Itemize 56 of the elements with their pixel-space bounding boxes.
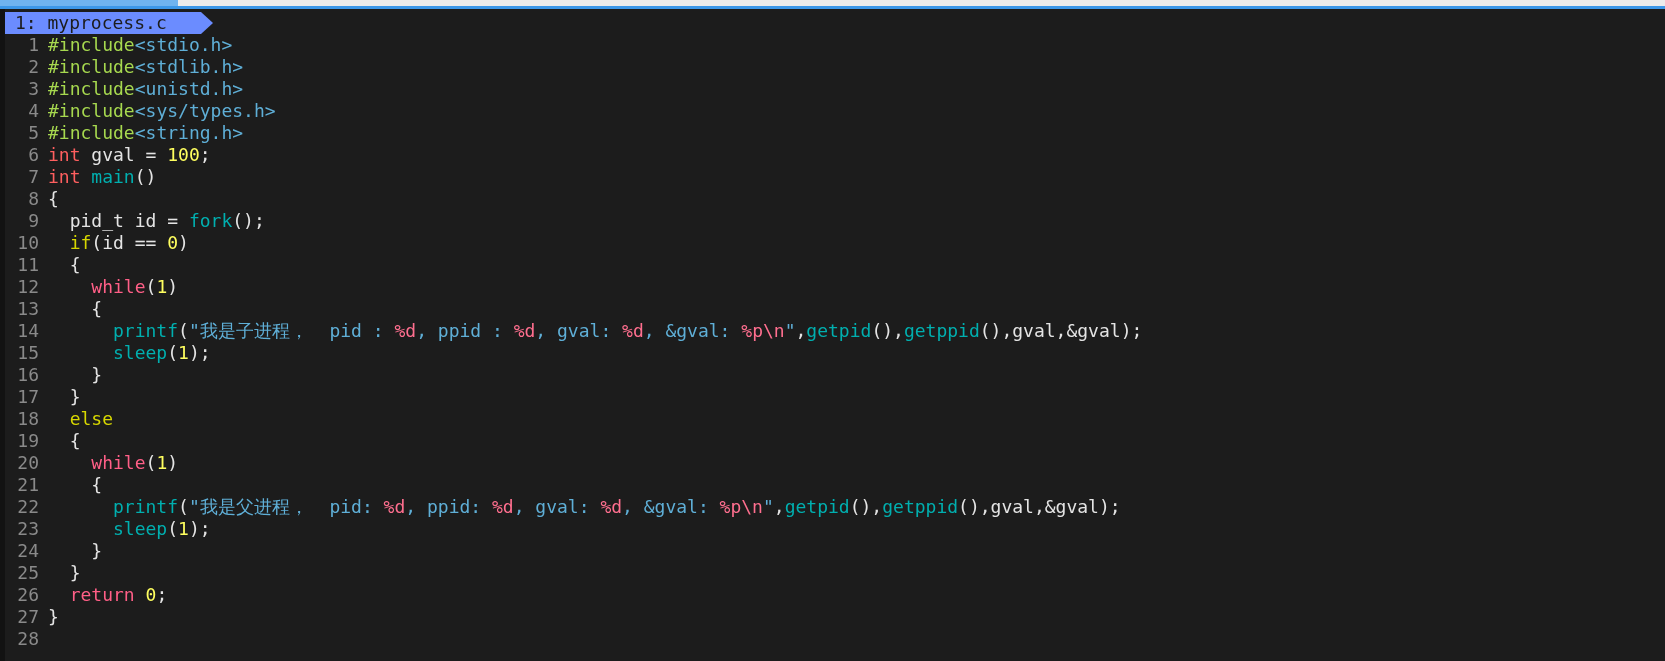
file-tab[interactable]: 1: myprocess.c <box>5 12 213 34</box>
code-line: return 0; <box>68 584 168 606</box>
line-number: 24 <box>16 540 40 562</box>
line-number: 17 <box>16 386 40 408</box>
code-line: printf("我是父进程， pid: %d, ppid: %d, gval: %d, &gval: %p\n",getpid(),getppid(),gval,&gval); <box>112 496 1121 518</box>
code-line: #include<unistd.h> <box>48 78 244 100</box>
line-number: 1 <box>27 34 40 56</box>
line-number: 7 <box>27 166 40 188</box>
code-line: { <box>48 188 59 210</box>
code-line: sleep(1); <box>112 518 211 540</box>
line-number: 8 <box>27 188 40 210</box>
code-line: } <box>90 540 103 562</box>
line-number: 10 <box>16 232 40 254</box>
code-line: } <box>90 364 103 386</box>
line-number: 25 <box>16 562 40 584</box>
code-line: { <box>90 298 103 320</box>
code-line: #include<string.h> <box>48 122 244 144</box>
code-line: pid_t id = fork(); <box>68 210 265 232</box>
code-line: } <box>68 562 81 584</box>
line-number: 22 <box>16 496 40 518</box>
line-number: 21 <box>16 474 40 496</box>
line-number: 18 <box>16 408 40 430</box>
code-line: } <box>68 386 81 408</box>
line-number: 26 <box>16 584 40 606</box>
line-number: 14 <box>16 320 40 342</box>
code-line: while(1) <box>90 276 179 298</box>
code-line: else <box>68 408 114 430</box>
line-number: 27 <box>16 606 40 628</box>
line-number: 3 <box>27 78 40 100</box>
code-line: int gval = 100; <box>48 144 211 166</box>
code-line: sleep(1); <box>112 342 211 364</box>
line-number: 16 <box>16 364 40 386</box>
code-line: } <box>48 606 59 628</box>
line-number: 6 <box>27 144 40 166</box>
line-number: 12 <box>16 276 40 298</box>
code-line: { <box>90 474 103 496</box>
line-number: 13 <box>16 298 40 320</box>
line-number: 28 <box>16 628 40 650</box>
code-line: if(id == 0) <box>68 232 189 254</box>
code-line: #include<stdio.h> <box>48 34 233 56</box>
line-number: 5 <box>27 122 40 144</box>
code-line: #include<stdlib.h> <box>48 56 244 78</box>
line-number: 19 <box>16 430 40 452</box>
line-number: 20 <box>16 452 40 474</box>
line-number: 4 <box>27 100 40 122</box>
code-line: { <box>68 254 81 276</box>
code-line: int main() <box>48 166 157 188</box>
code-line: #include<sys/types.h> <box>48 100 276 122</box>
line-number: 23 <box>16 518 40 540</box>
line-number: 9 <box>27 210 40 232</box>
code-line: printf("我是子进程， pid : %d, ppid : %d, gval: %d, &gval: %p\n",getpid(),getppid(),gval,&gval); <box>112 320 1143 342</box>
line-number: 15 <box>16 342 40 364</box>
line-number: 2 <box>27 56 40 78</box>
code-line: while(1) <box>90 452 179 474</box>
line-number: 11 <box>16 254 40 276</box>
code-line: { <box>68 430 81 452</box>
